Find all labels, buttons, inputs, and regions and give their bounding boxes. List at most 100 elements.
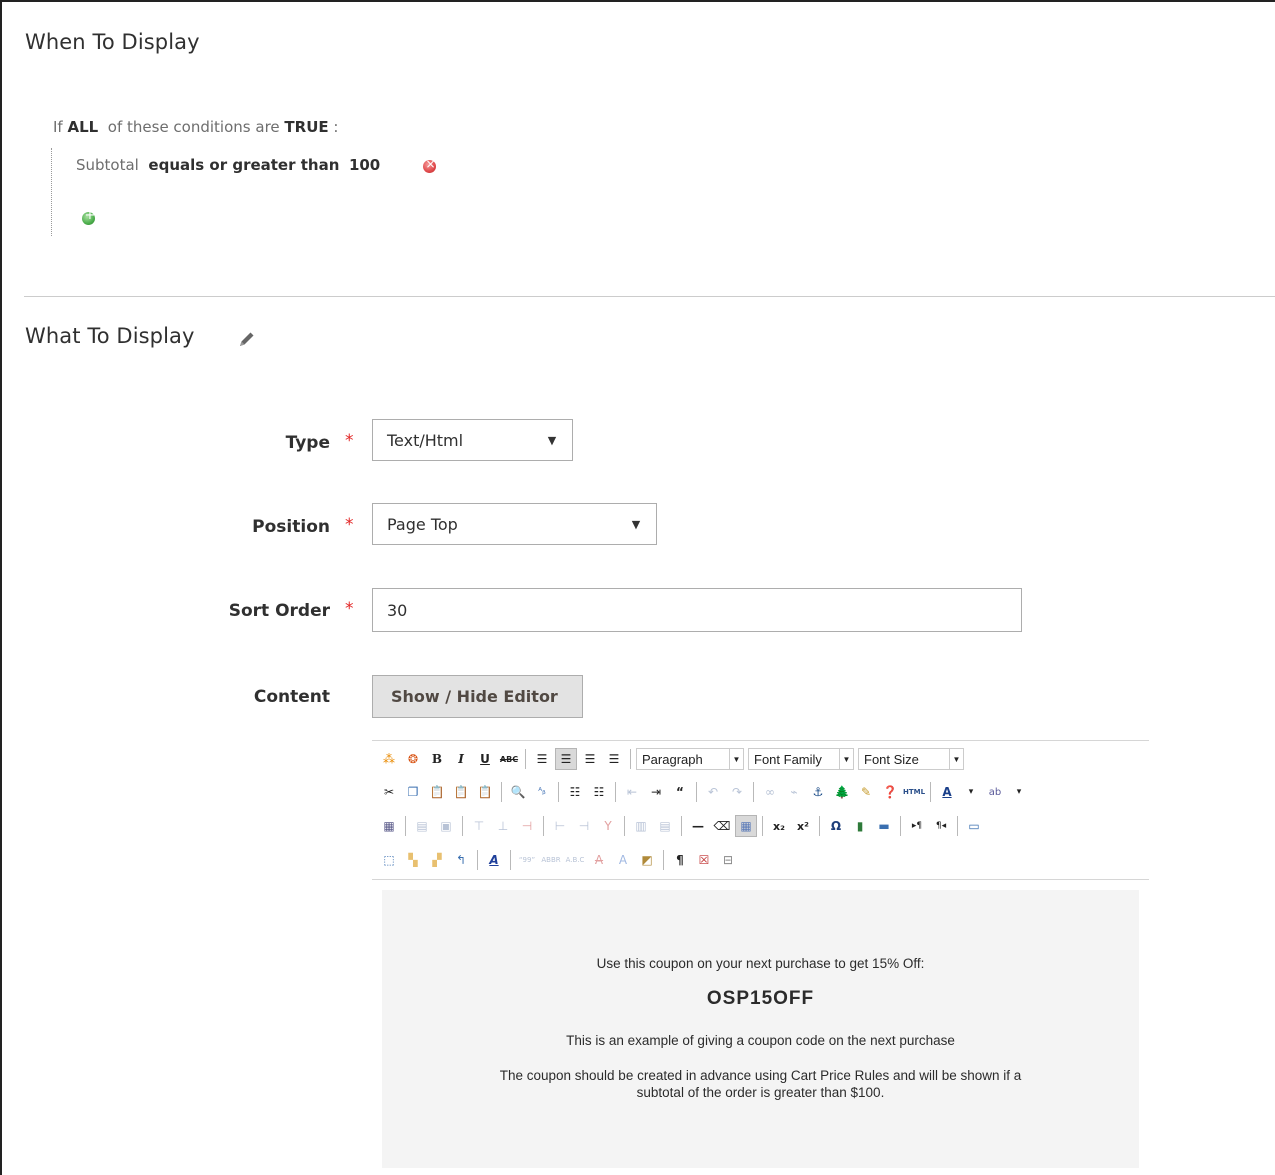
aggregator-select[interactable]: ALL <box>68 118 99 136</box>
insert-col-after-icon[interactable]: ⊣ <box>573 815 595 837</box>
ltr-icon[interactable]: ▸¶ <box>906 815 928 837</box>
position-required-mark: * <box>345 515 354 535</box>
format-select[interactable]: Paragraph ▼ <box>636 748 744 770</box>
insert-layer-icon[interactable]: ⬚ <box>378 849 400 871</box>
attributes-icon[interactable]: ◩ <box>636 849 658 871</box>
type-select[interactable]: Text/Html ▼ <box>372 419 573 461</box>
toolbar-row-1: ⁂ ❂ B I U ABC ☰ ☰ ☰ ☰ Paragraph ▼ Font Fa… <box>378 744 966 774</box>
show-blocks-icon[interactable]: ¶ <box>669 849 691 871</box>
italic-icon[interactable]: I <box>450 748 472 770</box>
type-label: Type <box>285 433 330 453</box>
show-hide-editor-button[interactable]: Show / Hide Editor <box>372 675 583 718</box>
undo-icon[interactable]: ↶ <box>702 781 724 803</box>
delete-col-icon[interactable]: Y <box>597 815 619 837</box>
remove-format-icon[interactable]: ⌫ <box>711 815 733 837</box>
underline-icon[interactable]: U <box>474 748 496 770</box>
move-backward-icon[interactable]: ▞ <box>426 849 448 871</box>
visual-aid-icon[interactable]: ▦ <box>735 815 757 837</box>
content-line-2: This is an example of giving a coupon co… <box>566 1033 955 1048</box>
paste-icon[interactable]: 📋 <box>426 781 448 803</box>
cleanup-icon[interactable]: ✎ <box>855 781 877 803</box>
help-icon[interactable]: ❓ <box>879 781 901 803</box>
special-char-icon[interactable]: Ω <box>825 815 847 837</box>
outdent-icon[interactable]: ⇤ <box>621 781 643 803</box>
insert-text-icon[interactable]: A <box>612 849 634 871</box>
insert-row-before-icon[interactable]: ⊤ <box>468 815 490 837</box>
chevron-down-icon: ▼ <box>547 433 557 447</box>
add-condition-icon[interactable] <box>82 208 95 225</box>
cell-props-icon[interactable]: ▣ <box>435 815 457 837</box>
copy-icon[interactable]: ❐ <box>402 781 424 803</box>
media-icon[interactable]: ▮ <box>849 815 871 837</box>
position-select[interactable]: Page Top ▼ <box>372 503 657 545</box>
anchor-icon[interactable]: ⚓ <box>807 781 829 803</box>
font-family-select[interactable]: Font Family ▼ <box>748 748 854 770</box>
horizontal-rule-icon[interactable]: — <box>687 815 709 837</box>
cite-icon[interactable]: “99” <box>516 849 538 871</box>
type-select-value: Text/Html <box>387 430 464 450</box>
image-icon[interactable]: 🌲 <box>831 781 853 803</box>
insert-row-after-icon[interactable]: ⊥ <box>492 815 514 837</box>
move-forward-icon[interactable]: ▚ <box>402 849 424 871</box>
insert-line-icon[interactable]: ▬ <box>873 815 895 837</box>
rtl-icon[interactable]: ¶◂ <box>930 815 952 837</box>
superscript-icon[interactable]: x² <box>792 815 814 837</box>
rule-operator[interactable]: equals or greater than <box>148 156 339 174</box>
find-icon[interactable]: 🔍 <box>507 781 529 803</box>
acronym-icon[interactable]: A.B.C <box>564 849 586 871</box>
edit-pencil-icon[interactable] <box>236 328 258 350</box>
abbr-icon[interactable]: ABBR <box>540 849 562 871</box>
link-icon[interactable]: ∞ <box>759 781 781 803</box>
align-center-icon[interactable]: ☰ <box>555 748 577 770</box>
replace-icon[interactable]: ᴬᵦ <box>531 781 553 803</box>
rule-value[interactable]: 100 <box>349 156 380 174</box>
condition-suffix: : <box>333 118 339 136</box>
nonbreaking-icon[interactable]: ☒ <box>693 849 715 871</box>
bullet-list-icon[interactable]: ☷ <box>564 781 586 803</box>
indent-icon[interactable]: ⇥ <box>645 781 667 803</box>
blockquote-icon[interactable]: “ <box>669 781 691 803</box>
bold-icon[interactable]: B <box>426 748 448 770</box>
value-select[interactable]: TRUE <box>284 118 328 136</box>
remove-condition-icon[interactable] <box>423 157 436 173</box>
subscript-icon[interactable]: x₂ <box>768 815 790 837</box>
table-properties-icon[interactable]: ▦ <box>378 815 400 837</box>
toolbar-separator <box>762 816 763 836</box>
text-color-icon[interactable]: A <box>936 781 958 803</box>
styles-icon[interactable]: A <box>483 849 505 871</box>
page-break-icon[interactable]: ⊟ <box>717 849 739 871</box>
split-cells-icon[interactable]: ▥ <box>630 815 652 837</box>
numbered-list-icon[interactable]: ☷ <box>588 781 610 803</box>
chevron-down-icon[interactable]: ▾ <box>960 781 982 803</box>
cut-icon[interactable]: ✂ <box>378 781 400 803</box>
absolute-position-icon[interactable]: ↰ <box>450 849 472 871</box>
html-source-icon[interactable]: HTML <box>903 781 925 803</box>
align-left-icon[interactable]: ☰ <box>531 748 553 770</box>
unlink-icon[interactable]: ⌁ <box>783 781 805 803</box>
paste-text-icon[interactable]: 📋 <box>450 781 472 803</box>
delete-row-icon[interactable]: ⊣ <box>516 815 538 837</box>
highlight-color-icon[interactable]: ab <box>984 781 1006 803</box>
align-justify-icon[interactable]: ☰ <box>603 748 625 770</box>
chevron-down-icon[interactable]: ▾ <box>1008 781 1030 803</box>
merge-cells-icon[interactable]: ▤ <box>654 815 676 837</box>
font-size-select[interactable]: Font Size ▼ <box>858 748 964 770</box>
font-family-select-value: Font Family <box>754 751 822 767</box>
align-right-icon[interactable]: ☰ <box>579 748 601 770</box>
chevron-down-icon: ▼ <box>631 517 641 531</box>
strikethrough-icon[interactable]: ABC <box>498 748 520 770</box>
toolbar-separator <box>558 782 559 802</box>
toolbar-separator <box>696 782 697 802</box>
content-line-3b: subtotal of the order is greater than $1… <box>636 1085 885 1100</box>
redo-icon[interactable]: ↷ <box>726 781 748 803</box>
sort-order-input[interactable]: 30 <box>372 588 1022 632</box>
editor-content-area[interactable]: Use this coupon on your next purchase to… <box>382 890 1139 1168</box>
sort-order-label: Sort Order <box>228 601 330 621</box>
widget-icon[interactable]: ⁂ <box>378 748 400 770</box>
fullscreen-icon[interactable]: ▭ <box>963 815 985 837</box>
row-props-icon[interactable]: ▤ <box>411 815 433 837</box>
variable-icon[interactable]: ❂ <box>402 748 424 770</box>
delete-text-icon[interactable]: A <box>588 849 610 871</box>
insert-col-before-icon[interactable]: ⊢ <box>549 815 571 837</box>
paste-word-icon[interactable]: 📋 <box>474 781 496 803</box>
